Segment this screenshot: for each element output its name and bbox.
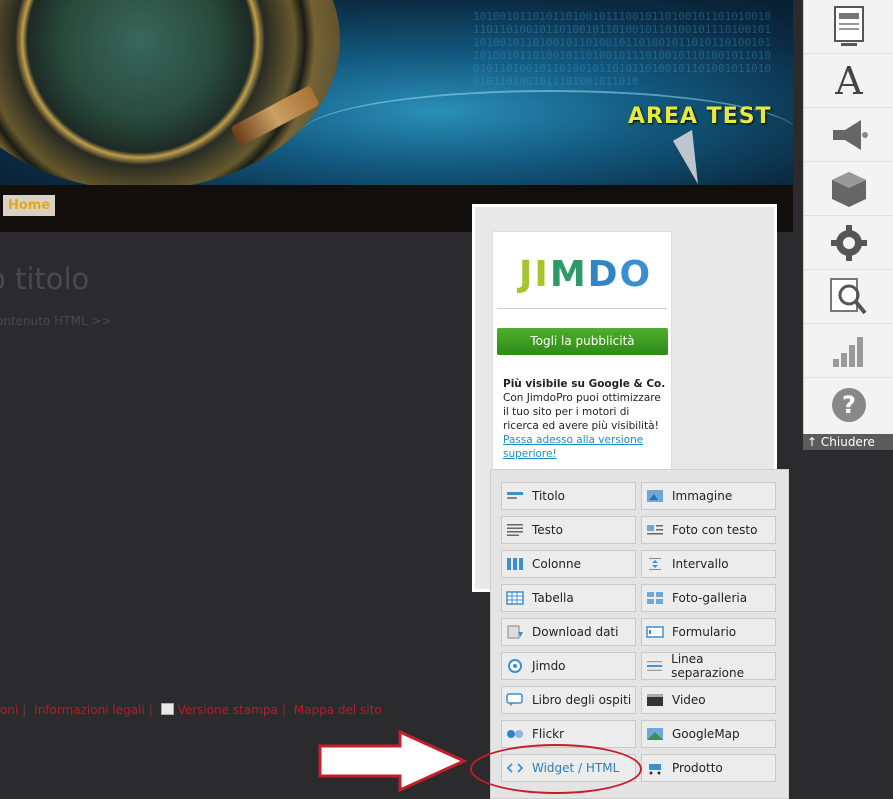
cart-icon (649, 764, 661, 775)
page-heading[interactable]: o titolo (0, 262, 89, 296)
html-content-placeholder[interactable]: ontenuto HTML >> (0, 314, 111, 328)
megaphone-icon[interactable] (804, 108, 893, 162)
columns-icon (507, 558, 523, 570)
footer-link-print[interactable]: Versione stampa (178, 703, 278, 717)
arrow-up-icon: ↑ (807, 435, 818, 449)
nav-home-link[interactable]: Home (3, 195, 56, 216)
separator-icon (646, 661, 663, 671)
element-label: Tabella (532, 591, 574, 605)
element-label: Foto-galleria (672, 591, 748, 605)
help-icon[interactable]: ? (804, 378, 893, 432)
footer-separator: | (281, 703, 286, 717)
font-icon[interactable]: A (804, 54, 893, 108)
element-label: Intervallo (672, 557, 729, 571)
element-label: Flickr (532, 727, 565, 741)
print-icon[interactable] (160, 703, 174, 715)
text-icon (507, 524, 523, 536)
element-product-button[interactable]: Prodotto (641, 754, 776, 782)
element-label: Prodotto (672, 761, 723, 775)
flickr-icon (507, 730, 523, 738)
title-icon (507, 492, 523, 499)
jimdo-icon (508, 659, 522, 673)
element-text-button[interactable]: Testo (501, 516, 636, 544)
highlight-ellipse (470, 744, 642, 794)
close-toolbar-button[interactable]: ↑ Chiudere (803, 434, 893, 450)
element-label: Formulario (672, 625, 737, 639)
statistics-icon[interactable] (804, 324, 893, 378)
element-columns-button[interactable]: Colonne (501, 550, 636, 578)
svg-text:?: ? (842, 391, 856, 419)
element-spacer-button[interactable]: Intervallo (641, 550, 776, 578)
element-label: GoogleMap (672, 727, 740, 741)
footer-link-partial[interactable]: oni (0, 703, 18, 717)
element-label: Titolo (532, 489, 566, 503)
remove-ads-button[interactable]: Togli la pubblicità (497, 328, 668, 355)
element-label: Immagine (672, 489, 733, 503)
jimdo-logo: JIMDO (519, 254, 653, 295)
spacer-icon (649, 558, 661, 570)
download-icon (507, 625, 523, 639)
image-icon (647, 490, 663, 502)
ad-divider (497, 308, 667, 309)
element-googlemap-button[interactable]: GoogleMap (641, 720, 776, 748)
element-download-button[interactable]: Download dati (501, 618, 636, 646)
seo-magnifier-icon[interactable] (804, 270, 893, 324)
element-gallery-button[interactable]: Foto-galleria (641, 584, 776, 612)
ad-body: Con JimdoPro puoi ottimizzare il tuo sit… (503, 392, 661, 432)
element-label: Foto con testo (672, 523, 758, 537)
ad-text: Più visibile su Google & Co. Con JimdoPr… (503, 377, 668, 461)
jimdo-ad-card: JIMDO Togli la pubblicità Più visibile s… (492, 231, 672, 471)
element-guestbook-button[interactable]: Libro degli ospiti (501, 686, 636, 714)
element-jimdo-button[interactable]: Jimdo (501, 652, 636, 680)
admin-toolbar: A ? (803, 0, 893, 450)
gear-icon[interactable] (804, 216, 893, 270)
ad-headline: Più visibile su Google & Co. (503, 378, 666, 390)
element-label: Linea separazione (671, 652, 744, 680)
header-banner: 1010010110101101001011100101101001011010… (0, 0, 793, 185)
element-image-button[interactable]: Immagine (641, 482, 776, 510)
annotation-arrow-icon (318, 730, 468, 792)
upgrade-link[interactable]: Passa adesso alla versione superiore! (503, 434, 643, 460)
table-icon (506, 591, 524, 605)
element-video-button[interactable]: Video (641, 686, 776, 714)
element-label: Colonne (532, 557, 581, 571)
package-icon[interactable] (804, 162, 893, 216)
gallery-icon (647, 592, 663, 604)
element-label: Libro degli ospiti (532, 693, 632, 707)
element-form-button[interactable]: Formulario (641, 618, 776, 646)
element-label: Testo (532, 523, 563, 537)
close-toolbar-label: Chiudere (820, 435, 875, 449)
element-table-button[interactable]: Tabella (501, 584, 636, 612)
layout-icon[interactable] (804, 0, 893, 54)
element-label: Download dati (532, 625, 619, 639)
photo-text-icon (647, 525, 663, 535)
footer-links: oni | Informazioni legali | Versione stamp… (0, 703, 386, 717)
footer-separator: | (22, 703, 27, 717)
element-photo-text-button[interactable]: Foto con testo (641, 516, 776, 544)
banner-title: AREA TEST (628, 104, 772, 129)
element-label: Jimdo (532, 659, 566, 673)
element-label: Video (672, 693, 706, 707)
form-icon (646, 626, 664, 638)
footer-separator: | (148, 703, 153, 717)
astronomical-clock-image (0, 0, 340, 185)
element-separator-button[interactable]: Linea separazione (641, 652, 776, 680)
footer-link-legal[interactable]: Informazioni legali (34, 703, 145, 717)
video-icon (647, 694, 663, 706)
map-icon (647, 728, 663, 740)
footer-link-sitemap[interactable]: Mappa del sito (294, 703, 382, 717)
guestbook-icon (506, 693, 523, 706)
element-title-button[interactable]: Titolo (501, 482, 636, 510)
